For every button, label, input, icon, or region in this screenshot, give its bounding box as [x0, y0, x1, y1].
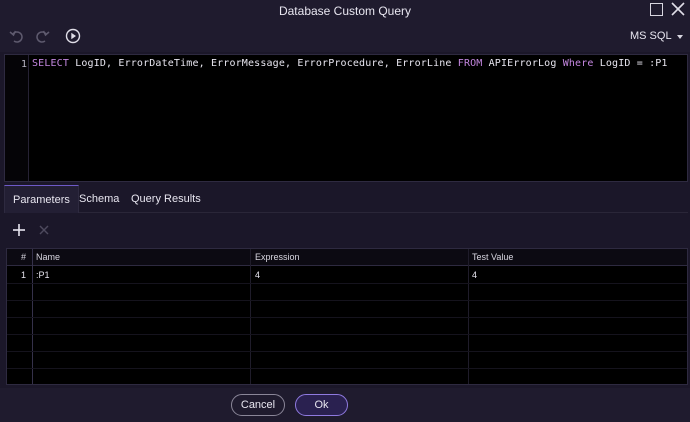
keyword-token: FROM — [457, 58, 483, 69]
remove-icon[interactable] — [37, 223, 51, 237]
row-divider — [7, 283, 687, 284]
header-expression[interactable]: Expression — [255, 252, 300, 262]
row-divider — [7, 334, 687, 335]
row-index: 1 — [21, 270, 27, 280]
chevron-down-icon[interactable] — [677, 35, 683, 39]
row-divider — [7, 300, 687, 301]
tab-query-results[interactable]: Query Results — [123, 185, 209, 213]
toolbar: MS SQL — [0, 22, 690, 52]
line-number: 1 — [20, 59, 27, 70]
sql-editor[interactable]: 1 SELECT LogID, ErrorDateTime, ErrorMess… — [4, 54, 688, 182]
row-divider — [7, 317, 687, 318]
cancel-button[interactable]: Cancel — [231, 394, 285, 416]
header-index: # — [21, 252, 27, 262]
keyword-token: Where — [562, 58, 594, 69]
grid-actions — [4, 216, 688, 244]
param-test-value-cell[interactable]: 4 — [472, 270, 477, 280]
maximize-icon[interactable] — [650, 3, 663, 16]
param-expression-cell[interactable]: 4 — [255, 270, 260, 280]
redo-icon[interactable] — [33, 27, 51, 45]
tab-bar: Parameters Schema Query Results — [4, 185, 688, 213]
tab-parameters[interactable]: Parameters — [4, 185, 79, 213]
code-token: LogID = :P1 — [593, 58, 668, 69]
keyword-token: SELECT — [32, 58, 70, 69]
window-title: Database Custom Query — [278, 4, 412, 18]
header-name[interactable]: Name — [36, 252, 60, 262]
grid-header: # Name Expression Test Value — [7, 249, 687, 266]
run-query-icon[interactable] — [64, 27, 82, 45]
code-token: LogID, ErrorDateTime, ErrorMessage, Erro… — [69, 58, 458, 69]
add-icon[interactable] — [11, 222, 27, 238]
title-bar: Database Custom Query — [0, 0, 690, 22]
line-gutter: 1 — [5, 55, 29, 181]
dialog-footer: Cancel Ok — [0, 388, 690, 422]
header-test-value[interactable]: Test Value — [472, 252, 513, 262]
tab-schema[interactable]: Schema — [71, 185, 127, 213]
row-divider — [7, 368, 687, 369]
dialect-select[interactable]: MS SQL — [630, 30, 672, 42]
undo-icon[interactable] — [8, 27, 26, 45]
param-name-cell[interactable]: :P1 — [36, 270, 50, 280]
row-divider — [7, 351, 687, 352]
parameters-grid: # Name Expression Test Value 1 :P1 4 4 — [6, 248, 688, 385]
ok-button[interactable]: Ok — [295, 394, 348, 416]
code-token: APIErrorLog — [482, 58, 563, 69]
close-icon[interactable] — [670, 1, 686, 17]
sql-code-line[interactable]: SELECT LogID, ErrorDateTime, ErrorMessag… — [32, 58, 668, 69]
